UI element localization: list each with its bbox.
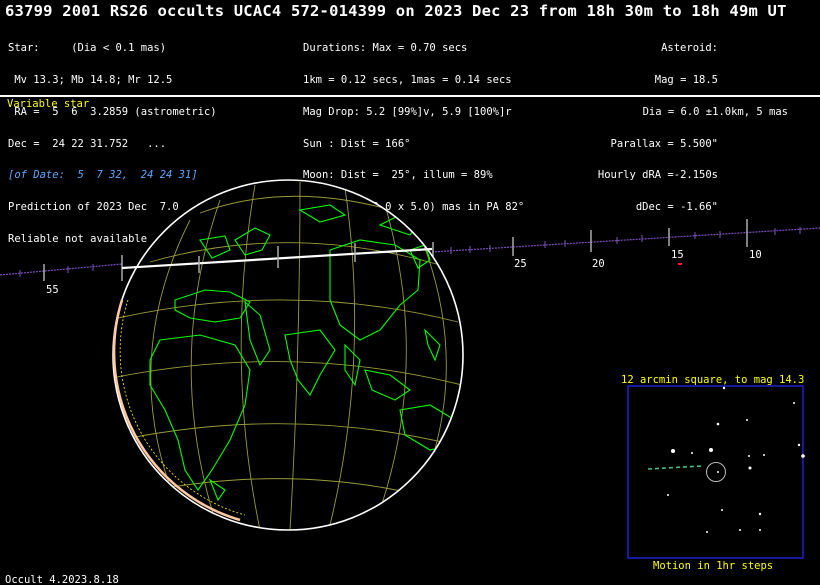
globe-and-track: 55 0 25 20 15 10 [0, 179, 820, 559]
track-marker [678, 263, 682, 265]
track-label: 10 [749, 249, 762, 261]
finder-title: 12 arcmin square, to mag 14.3 [621, 374, 805, 386]
version-footer: Occult 4.2023.8.18 [5, 574, 119, 585]
track-label: 25 [514, 258, 527, 270]
track-label: 15 [671, 249, 684, 261]
finder-chart [627, 385, 805, 559]
track-label: 55 [46, 284, 59, 296]
finder-frame [627, 385, 804, 559]
finder-footer: Motion in 1hr steps [653, 560, 774, 572]
track-left [0, 263, 123, 276]
globe [112, 179, 464, 531]
track-label: 20 [592, 258, 605, 270]
occultation-diagram: { "title": "63799 2001 RS26 occults UCAC… [0, 0, 820, 585]
